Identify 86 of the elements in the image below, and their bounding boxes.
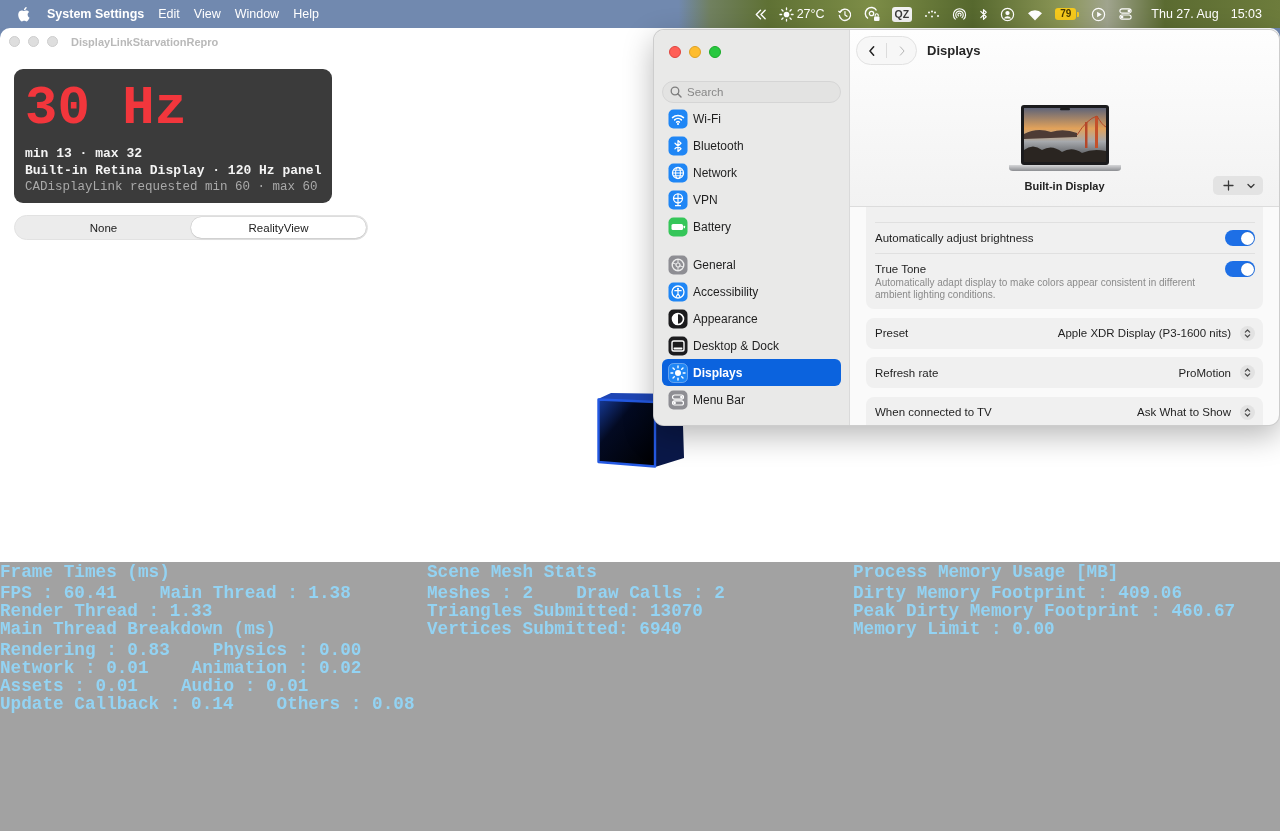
stepper-icon [1240,325,1255,341]
sidebar-item[interactable]: Battery [662,213,841,240]
toggles-icon[interactable] [1118,7,1134,21]
chevron-down-icon [1247,182,1255,189]
user-circle-icon[interactable] [1000,6,1016,22]
stats-value: Dirty Memory Footprint : 409.06 [853,584,1183,602]
segment-tab[interactable]: None [16,217,191,238]
popup-button[interactable]: ProMotion [1178,365,1255,380]
zoom-icon[interactable] [709,45,721,58]
stats-value: Main Thread : 1.38 [159,584,351,602]
menu-item[interactable]: Help [293,7,319,21]
sidebar-item[interactable]: Appearance [662,305,841,332]
stats-value: Update Callback : 0.14 [0,695,234,713]
stats-value: Render Thread : 1.33 [0,602,213,620]
window-title: DisplayLinkStarvationRepro [71,35,219,48]
stats-heading: Frame Times (ms) [0,563,170,581]
stats-value: Animation : 0.02 [191,659,362,677]
input-source-badge[interactable]: QZ [891,6,913,22]
toggle-switch[interactable] [1225,261,1255,277]
broadcast-icon[interactable] [952,6,968,22]
apple-logo-icon[interactable] [17,6,30,22]
requested-rate-text: CADisplayLink requested min 60 · max 60 [25,179,319,196]
stats-value: Memory Limit : 0.00 [853,620,1055,638]
setting-label: True Tone [875,262,928,276]
sun-icon [778,6,794,22]
app-menu[interactable]: System Settings [47,7,145,21]
refresh-rate-text: 30 Hz [25,79,189,139]
display-info-text: Built-in Retina Display · 120 Hz panel [25,162,321,179]
stats-value: Others : 0.08 [276,695,415,713]
sidebar-item[interactable]: Displays [662,359,841,386]
stats-value: Rendering : 0.83 [0,641,170,659]
segment-tab[interactable]: RealityView [191,217,366,238]
stats-heading: Main Thread Breakdown (ms) [0,620,276,638]
menu-item[interactable]: Edit [158,7,180,21]
stats-value: Triangles Submitted: 13070 [427,602,703,620]
stepper-icon [1240,365,1255,380]
dots-icon[interactable] [924,8,941,20]
setting-label: Automatically adjust brightness [875,231,1034,245]
stats-value: FPS : 60.41 [0,584,117,602]
circle-lock-icon[interactable] [863,6,880,22]
stats-value: Network : 0.01 [0,659,149,677]
search-field[interactable]: Search [662,81,841,103]
display-name: Built-in Display [1024,179,1105,192]
sidebar-item[interactable]: Desktop & Dock [662,332,841,359]
stats-value: Draw Calls : 2 [576,584,725,602]
wifi-icon[interactable] [1027,7,1044,21]
stepper-icon [1240,404,1255,420]
close-icon[interactable] [669,45,681,58]
rate-range-text: min 13 · max 32 [25,145,144,162]
toggle-switch[interactable] [1225,230,1255,246]
page-title: Displays [927,43,981,58]
search-icon [670,86,682,98]
sidebar-item[interactable]: VPN [662,186,841,213]
stats-value: Peak Dirty Memory Footprint : 460.67 [853,602,1236,620]
stats-value: Vertices Submitted: 6940 [427,620,682,638]
setting-description: Automatically adapt display to make colors appear consistent in different ambient lighting conditions. [875,277,1196,301]
battery-indicator[interactable]: 79 [1055,8,1080,20]
sidebar-item[interactable]: Accessibility [662,278,841,305]
double-chevron-icon[interactable] [753,7,767,21]
stats-value: Meshes : 2 [427,584,534,602]
date-text[interactable]: Thu 27. Aug [1151,7,1219,21]
weather-status[interactable]: 27°C [778,6,825,22]
plus-icon [1223,180,1234,191]
stats-heading: Process Memory Usage [MB] [853,563,1119,581]
time-text[interactable]: 15:03 [1230,7,1262,21]
setting-label: When connected to TV [875,405,992,419]
clock-icon[interactable] [836,6,852,22]
stats-value: Physics : 0.00 [212,641,362,659]
sidebar-item[interactable]: Menu Bar [662,386,841,413]
add-button[interactable] [1213,176,1263,195]
stats-heading: Scene Mesh Stats [427,563,597,581]
menu-item[interactable]: View [193,7,221,21]
sidebar-item[interactable]: Wi-Fi [662,105,841,132]
stats-value: Audio : 0.01 [181,677,309,695]
popup-button[interactable]: Ask What to Show [1137,404,1255,420]
sidebar-item[interactable]: General [662,251,841,278]
stats-value: Assets : 0.01 [0,677,138,695]
setting-label: Preset [875,326,909,340]
popup-button[interactable]: Apple XDR Display (P3-1600 nits) [1057,325,1255,341]
play-circle-icon[interactable] [1091,6,1107,22]
bluetooth-icon[interactable] [979,6,989,22]
menu-item[interactable]: Window [234,7,280,21]
setting-label: Refresh rate [875,365,939,380]
laptop-icon [1008,105,1121,171]
sidebar-item[interactable]: Bluetooth [662,132,841,159]
sidebar-item[interactable]: Network [662,159,841,186]
